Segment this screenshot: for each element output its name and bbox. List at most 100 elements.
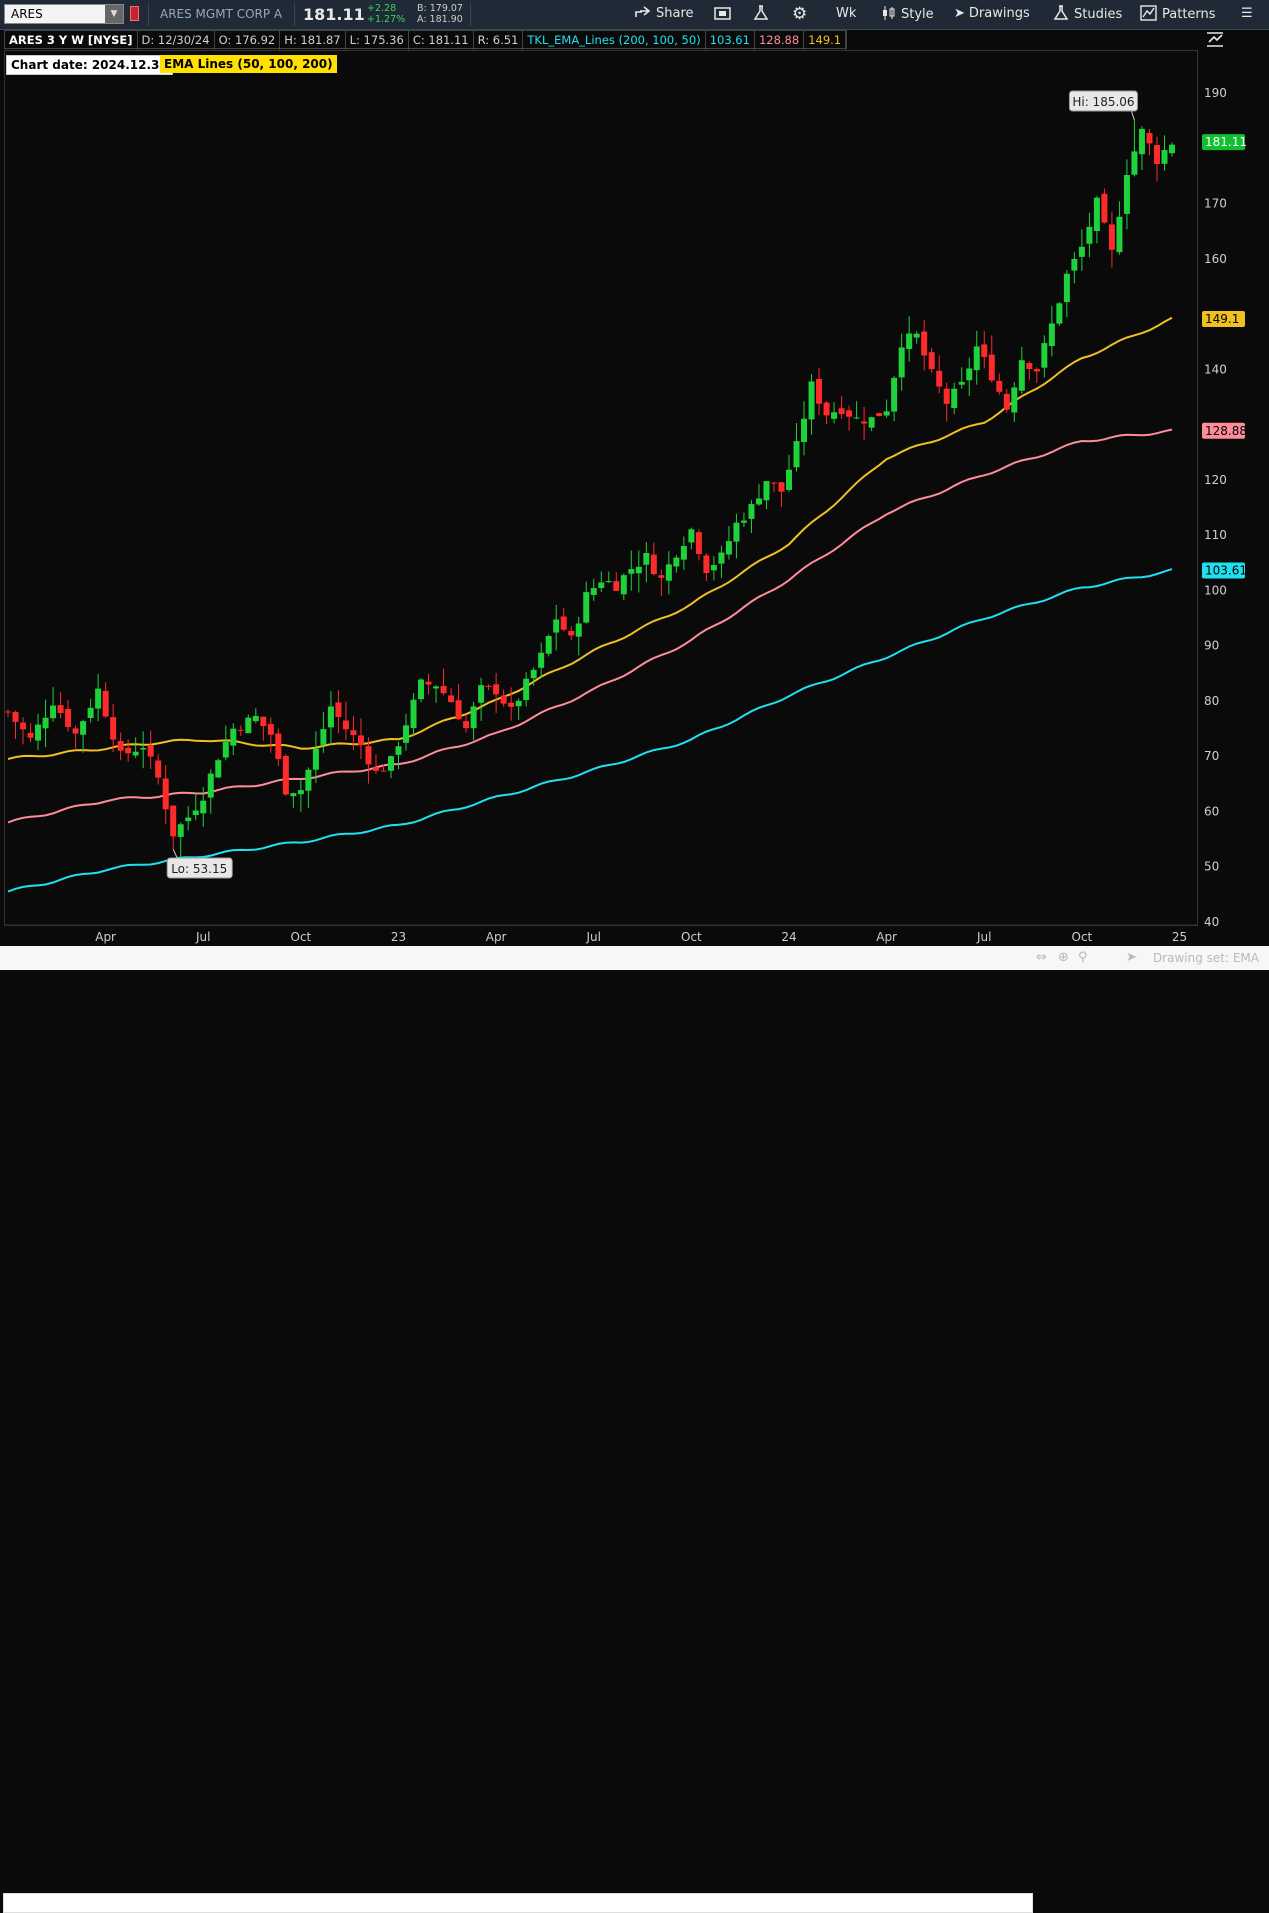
candle-body — [470, 706, 477, 729]
x-tick-label: Oct — [681, 930, 702, 944]
candle-body — [192, 810, 199, 816]
y-tick-label: 60 — [1204, 804, 1219, 818]
candle-body — [725, 541, 732, 555]
candle-body — [523, 678, 530, 700]
y-tick-label: 80 — [1204, 694, 1219, 708]
candle-body — [891, 377, 898, 412]
candle-body — [12, 712, 19, 722]
candle-body — [50, 705, 57, 719]
chart-date-label: Chart date: 2024.12.30 — [6, 55, 173, 75]
ema50-value: 149.1 — [804, 31, 847, 50]
candle-body — [755, 498, 762, 505]
candle-body — [380, 770, 387, 772]
candle-body — [1169, 144, 1175, 154]
y-tick-label: 170 — [1204, 197, 1227, 211]
candle-body — [1041, 343, 1048, 368]
pan-icon[interactable]: ⇔ — [1036, 950, 1047, 965]
ema-lines-label: EMA Lines (50, 100, 200) — [160, 55, 337, 73]
x-tick-label: Jul — [195, 930, 210, 944]
candle-body — [801, 418, 808, 442]
candle-body — [635, 566, 642, 574]
x-tick-label: Jul — [976, 930, 991, 944]
candle-body — [282, 755, 289, 795]
candle-body — [1033, 368, 1040, 372]
candle-body — [898, 347, 905, 378]
candle-body — [1011, 387, 1018, 413]
ema100-value: 128.88 — [755, 31, 805, 50]
candle-body — [958, 381, 965, 385]
candle-body — [365, 746, 372, 765]
candle-body — [237, 729, 244, 731]
y-tick-label: 140 — [1204, 362, 1227, 376]
x-tick-label: Oct — [291, 930, 312, 944]
candle-body — [665, 564, 672, 581]
candle-body — [943, 388, 950, 404]
chart-settings-icon[interactable] — [1206, 30, 1224, 48]
candle-body — [5, 711, 11, 713]
candle-body — [275, 733, 282, 760]
candle-body — [973, 346, 980, 371]
candle-body — [1003, 393, 1010, 410]
price-tag-label: 103.61 — [1205, 563, 1247, 577]
candle-body — [245, 717, 252, 734]
candle-body — [733, 522, 740, 542]
info-close: C: 181.11 — [409, 31, 474, 50]
candle-body — [838, 408, 845, 415]
candle-body — [350, 730, 357, 736]
candle-body — [80, 721, 87, 735]
candle-body — [463, 721, 470, 729]
candle-body — [72, 728, 79, 734]
candle-body — [1138, 128, 1145, 155]
candle-body — [620, 575, 627, 595]
hi-label: Hi: 185.06 — [1072, 95, 1134, 109]
candle-body — [770, 482, 777, 484]
study-name[interactable]: TKL_EMA_Lines (200, 100, 50) — [523, 31, 706, 50]
x-tick-label: Jul — [586, 930, 601, 944]
candle-body — [906, 333, 913, 350]
candle-body — [162, 778, 169, 810]
candle-body — [1123, 175, 1130, 214]
candle-body — [560, 616, 567, 630]
candle-body — [658, 575, 665, 578]
info-low: L: 175.36 — [346, 31, 409, 50]
info-range: R: 6.51 — [474, 31, 524, 50]
candle-body — [568, 630, 575, 636]
candle-body — [1056, 303, 1063, 324]
candle-body — [628, 569, 635, 574]
candle-body — [342, 720, 349, 730]
candle-body — [433, 686, 440, 689]
candle-body — [590, 588, 597, 595]
price-chart[interactable]: Apr Jul Oct 23 Apr Jul Oct 24 Apr Jul Oct 25 40 50 60… — [0, 0, 1269, 946]
candle-body — [155, 760, 162, 778]
candle-body — [816, 378, 823, 404]
candle-body — [530, 669, 537, 679]
zoom-icon[interactable]: ⚲ — [1078, 950, 1088, 965]
candle-body — [883, 411, 890, 416]
candle-body — [493, 684, 500, 695]
candle-body — [1086, 226, 1093, 244]
info-open: O: 176.92 — [215, 31, 281, 50]
candle-body — [778, 482, 785, 492]
price-tag-label: 149.1 — [1205, 312, 1239, 326]
candle-body — [440, 685, 447, 694]
candle-body — [500, 695, 507, 704]
candle-body — [132, 751, 139, 756]
candle-body — [981, 344, 988, 357]
x-tick-label: Oct — [1072, 930, 1093, 944]
crosshair-icon[interactable]: ⊕ — [1058, 950, 1069, 965]
candle-body — [575, 623, 582, 637]
drawing-set-label[interactable]: Drawing set: EMA — [1153, 951, 1259, 965]
x-tick-label: Apr — [486, 930, 507, 944]
time-scrollbar[interactable] — [3, 1893, 1033, 1913]
candle-body — [478, 685, 485, 703]
cursor-icon[interactable]: ➤ — [1126, 950, 1137, 965]
candle-body — [508, 702, 515, 707]
candle-body — [718, 552, 725, 564]
candle-body — [1078, 246, 1085, 257]
candle-body — [372, 767, 379, 771]
info-date: D: 12/30/24 — [138, 31, 215, 50]
y-tick-label: 50 — [1204, 860, 1219, 874]
candle-body — [65, 708, 72, 728]
candle-body — [305, 769, 312, 791]
candle-body — [613, 581, 620, 591]
